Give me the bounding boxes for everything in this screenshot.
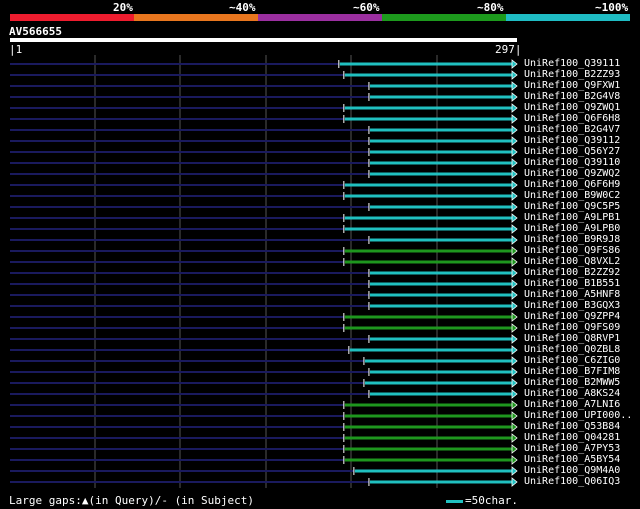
- hit-end-arrow-icon: [511, 290, 518, 300]
- hit-label[interactable]: UniRef100_UPI000..: [524, 410, 632, 421]
- hit-end-arrow-icon: [511, 323, 518, 333]
- hit-label[interactable]: UniRef100_Q9FS09: [524, 322, 620, 333]
- hit-label[interactable]: UniRef100_A5BY54: [524, 454, 620, 465]
- hit-label[interactable]: UniRef100_A9LPB1: [524, 212, 620, 223]
- hit-label[interactable]: UniRef100_Q9FS86: [524, 245, 620, 256]
- hit-end-arrow-icon: [511, 136, 518, 146]
- hit-label[interactable]: UniRef100_B2G4V8: [524, 91, 620, 102]
- hit-label[interactable]: UniRef100_Q06IQ3: [524, 476, 620, 487]
- hit-end-arrow-icon: [511, 224, 518, 234]
- hit-label[interactable]: UniRef100_Q39112: [524, 135, 620, 146]
- scale-swatch: [446, 499, 463, 503]
- hit-label[interactable]: UniRef100_B2ZZ92: [524, 267, 620, 278]
- hit-end-arrow-icon: [511, 169, 518, 179]
- hit-end-arrow-icon: [511, 301, 518, 311]
- hit-label[interactable]: UniRef100_B3GQX3: [524, 300, 620, 311]
- hit-end-arrow-icon: [511, 356, 518, 366]
- scale-key: =50char.: [446, 494, 518, 507]
- hit-label[interactable]: UniRef100_C6ZIG0: [524, 355, 620, 366]
- hit-label[interactable]: UniRef100_Q9ZWQ2: [524, 168, 620, 179]
- hit-label[interactable]: UniRef100_B1B551: [524, 278, 620, 289]
- hit-label[interactable]: UniRef100_Q56Y27: [524, 146, 620, 157]
- hit-end-arrow-icon: [511, 235, 518, 245]
- hit-label[interactable]: UniRef100_Q8VXL2: [524, 256, 620, 267]
- hit-label[interactable]: UniRef100_Q9C5P5: [524, 201, 620, 212]
- hit-label[interactable]: UniRef100_Q6F6H8: [524, 113, 620, 124]
- hit-label[interactable]: UniRef100_Q39111: [524, 58, 620, 69]
- hit-end-arrow-icon: [511, 191, 518, 201]
- hit-end-arrow-icon: [511, 279, 518, 289]
- hit-end-arrow-icon: [511, 477, 518, 487]
- hit-label[interactable]: UniRef100_Q0ZBL8: [524, 344, 620, 355]
- hit-end-arrow-icon: [511, 345, 518, 355]
- hit-end-arrow-icon: [511, 433, 518, 443]
- scale-key-label: =50char.: [465, 494, 518, 507]
- hit-label[interactable]: UniRef100_Q53B84: [524, 421, 620, 432]
- hit-end-arrow-icon: [511, 180, 518, 190]
- hit-label[interactable]: UniRef100_A7LNI6: [524, 399, 620, 410]
- hit-end-arrow-icon: [511, 334, 518, 344]
- hit-label[interactable]: UniRef100_Q8RVP1: [524, 333, 620, 344]
- hit-end-arrow-icon: [511, 389, 518, 399]
- hit-end-arrow-icon: [511, 147, 518, 157]
- hit-label[interactable]: UniRef100_B9W0C2: [524, 190, 620, 201]
- hit-end-arrow-icon: [511, 125, 518, 135]
- hit-end-arrow-icon: [511, 466, 518, 476]
- hit-label[interactable]: UniRef100_B9R9J8: [524, 234, 620, 245]
- hit-label[interactable]: UniRef100_A7PY53: [524, 443, 620, 454]
- hit-label[interactable]: UniRef100_A8KS24: [524, 388, 620, 399]
- hit-end-arrow-icon: [511, 59, 518, 69]
- hit-end-arrow-icon: [511, 378, 518, 388]
- hit-end-arrow-icon: [511, 92, 518, 102]
- hit-label[interactable]: UniRef100_A5HNF8: [524, 289, 620, 300]
- hit-label[interactable]: UniRef100_B2MWW5: [524, 377, 620, 388]
- hit-end-arrow-icon: [511, 257, 518, 267]
- hit-label[interactable]: UniRef100_Q9ZWQ1: [524, 102, 620, 113]
- hit-end-arrow-icon: [511, 202, 518, 212]
- hit-label[interactable]: UniRef100_B2ZZ93: [524, 69, 620, 80]
- hit-end-arrow-icon: [511, 246, 518, 256]
- hit-end-arrow-icon: [511, 400, 518, 410]
- hit-end-arrow-icon: [511, 213, 518, 223]
- hit-end-arrow-icon: [511, 422, 518, 432]
- hit-end-arrow-icon: [511, 103, 518, 113]
- hit-end-arrow-icon: [511, 70, 518, 80]
- hit-label[interactable]: UniRef100_B2G4V7: [524, 124, 620, 135]
- hit-end-arrow-icon: [511, 81, 518, 91]
- hit-label[interactable]: UniRef100_Q04281: [524, 432, 620, 443]
- hit-end-arrow-icon: [511, 367, 518, 377]
- hit-label[interactable]: UniRef100_A9LPB0: [524, 223, 620, 234]
- hit-end-arrow-icon: [511, 158, 518, 168]
- hit-label[interactable]: UniRef100_Q9ZPP4: [524, 311, 620, 322]
- hit-end-arrow-icon: [511, 114, 518, 124]
- hit-label[interactable]: UniRef100_Q39110: [524, 157, 620, 168]
- hit-end-arrow-icon: [511, 455, 518, 465]
- hit-end-arrow-icon: [511, 268, 518, 278]
- hit-label[interactable]: UniRef100_B7FIM8: [524, 366, 620, 377]
- hit-label[interactable]: UniRef100_Q9M4A0: [524, 465, 620, 476]
- hit-label[interactable]: UniRef100_Q9FXW1: [524, 80, 620, 91]
- hit-end-arrow-icon: [511, 312, 518, 322]
- hit-label[interactable]: UniRef100_Q6F6H9: [524, 179, 620, 190]
- footer-gap-legend: Large gaps:▲(in Query)/- (in Subject): [9, 494, 255, 507]
- hit-end-arrow-icon: [511, 444, 518, 454]
- hit-end-arrow-icon: [511, 411, 518, 421]
